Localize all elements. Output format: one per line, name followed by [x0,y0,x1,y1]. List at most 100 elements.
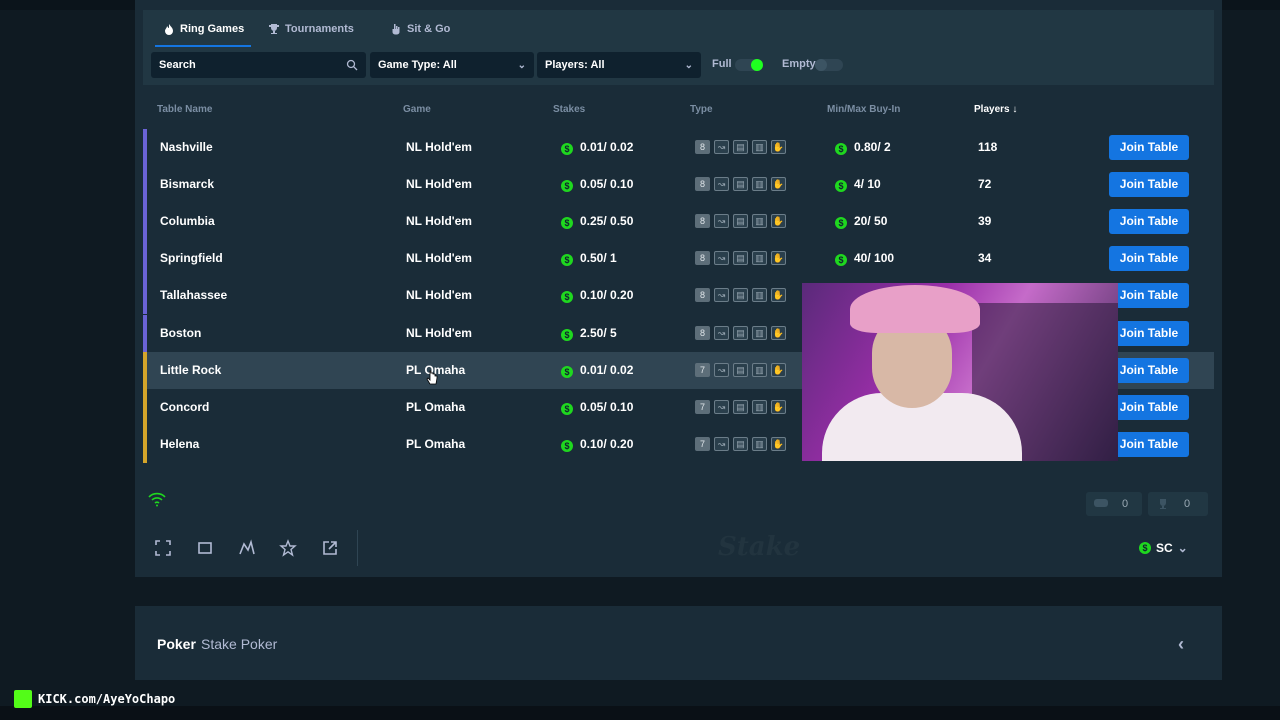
star-icon[interactable] [279,539,297,557]
stakes: $2.50/ 5 [561,326,617,341]
game-type: NL Hold'em [406,326,472,340]
limit-icon: ▥ [752,214,767,228]
stakes-value: 0.05/ 0.10 [580,400,634,414]
join-table-button[interactable]: Join Table [1109,135,1189,160]
buy-in: $4/ 10 [835,177,881,192]
stakes-value: 0.25/ 0.50 [580,214,634,228]
tab-ring-games[interactable]: Ring Games [163,21,244,37]
players-select[interactable]: Players: All ⌄ [537,52,701,78]
currency-label: SC [1156,541,1173,555]
empty-label: Empty [782,58,816,70]
table-name: Concord [160,400,210,414]
join-table-button[interactable]: Join Table [1109,321,1189,346]
toolbar-divider [357,530,358,566]
join-table-button[interactable]: Join Table [1109,209,1189,234]
table-type-icons: 8 ↝ ▤ ▥ ✋ [695,288,786,302]
hand-icon: ✋ [771,177,786,191]
stakes: $0.01/ 0.02 [561,363,633,378]
external-link-icon[interactable] [321,539,339,557]
player-count: 118 [978,140,998,154]
trophy-icon [1160,499,1166,509]
col-buy-in[interactable]: Min/Max Buy-In [827,104,900,115]
stakes: $0.05/ 0.10 [561,400,633,415]
table-name: Little Rock [160,363,222,377]
tab-sit-and-go[interactable]: Sit & Go [390,21,450,37]
game-info-footer[interactable]: Poker Stake Poker ‹ [135,606,1222,680]
stakes-value: 0.10/ 0.20 [580,288,634,302]
game-type-select[interactable]: Game Type: All ⌄ [370,52,534,78]
col-stakes[interactable]: Stakes [553,104,585,115]
chat-counter[interactable]: 0 [1086,492,1142,516]
game-type: NL Hold'em [406,177,472,191]
hand-icon: ✋ [771,288,786,302]
join-table-button[interactable]: Join Table [1109,283,1189,308]
sweeps-coin-icon: $ [561,254,573,266]
table-name: Springfield [160,251,223,265]
limit-icon: ▥ [752,400,767,414]
tab-tournaments[interactable]: Tournaments [268,21,354,37]
stake-watermark: Stake [718,532,801,562]
cards-icon: ▤ [733,363,748,377]
footer-subtitle: Stake Poker [201,636,278,652]
fullscreen-icon[interactable] [154,539,172,557]
buy-in-value: 4/ 10 [854,177,881,191]
footer-title: Poker [157,636,196,652]
cards-icon: ▤ [733,326,748,340]
col-game[interactable]: Game [403,104,431,115]
seat-count-icon: 8 [695,288,710,302]
game-type: PL Omaha [406,437,466,451]
limit-icon: ▥ [752,140,767,154]
toggle-knob [815,59,827,71]
theater-mode-icon[interactable] [196,539,214,557]
full-label: Full [712,58,732,70]
search-input[interactable]: Search [151,52,366,78]
col-players[interactable]: Players ↓ [974,104,1017,115]
tournament-counter[interactable]: 0 [1148,492,1208,516]
player-count: 72 [978,177,992,191]
table-type-icons: 8 ↝ ▤ ▥ ✋ [695,140,786,154]
table-name: Nashville [160,140,213,154]
table-row[interactable]: Columbia NL Hold'em $0.25/ 0.50 8 ↝ ▤ ▥ ✋ $20/ 5… [143,203,1214,240]
table-type-icons: 8 ↝ ▤ ▥ ✋ [695,177,786,191]
speed-icon: ↝ [714,363,729,377]
bottom-edge [0,706,1280,720]
join-table-button[interactable]: Join Table [1109,246,1189,271]
col-table-name[interactable]: Table Name [157,104,212,115]
join-table-button[interactable]: Join Table [1109,395,1189,420]
table-name: Boston [160,326,202,340]
join-table-button[interactable]: Join Table [1109,432,1189,457]
flame-icon [165,24,173,35]
buy-in-value: 0.80/ 2 [854,140,891,154]
game-type: NL Hold'em [406,140,472,154]
chevron-down-icon: ⌄ [517,59,526,71]
seat-count-icon: 7 [695,400,710,414]
table-row[interactable]: Bismarck NL Hold'em $0.05/ 0.10 8 ↝ ▤ ▥ ✋ $4/ 10… [143,166,1214,203]
sweeps-coin-icon: $ [561,217,573,229]
chevron-left-icon[interactable]: ‹ [1178,634,1184,655]
tab-label: Tournaments [285,23,354,35]
buy-in-value: 40/ 100 [854,251,895,265]
join-table-button[interactable]: Join Table [1109,358,1189,383]
join-table-button[interactable]: Join Table [1109,172,1189,197]
hand-icon: ✋ [771,214,786,228]
table-name: Bismarck [160,177,215,191]
empty-toggle[interactable] [815,59,843,71]
cards-icon: ▤ [733,437,748,451]
full-toggle[interactable] [735,59,763,71]
currency-select[interactable]: $ SC ⌄ [1139,541,1188,555]
tab-label: Ring Games [180,23,245,35]
stakes-value: 0.01/ 0.02 [580,140,634,154]
col-type[interactable]: Type [690,104,713,115]
limit-icon: ▥ [752,177,767,191]
table-row[interactable]: Springfield NL Hold'em $0.50/ 1 8 ↝ ▤ ▥ ✋ $40/ 1… [143,240,1214,277]
table-row[interactable]: Nashville NL Hold'em $0.01/ 0.02 8 ↝ ▤ ▥ ✋ $0.80… [143,129,1214,166]
sweeps-coin-icon: $ [561,440,573,452]
stats-icon[interactable] [238,539,256,557]
sweeps-coin-icon: $ [1139,542,1151,554]
limit-icon: ▥ [752,363,767,377]
limit-icon: ▥ [752,288,767,302]
speed-icon: ↝ [714,140,729,154]
buy-in: $0.80/ 2 [835,140,891,155]
buy-in-value: 20/ 50 [854,214,888,228]
table-name: Helena [160,437,200,451]
